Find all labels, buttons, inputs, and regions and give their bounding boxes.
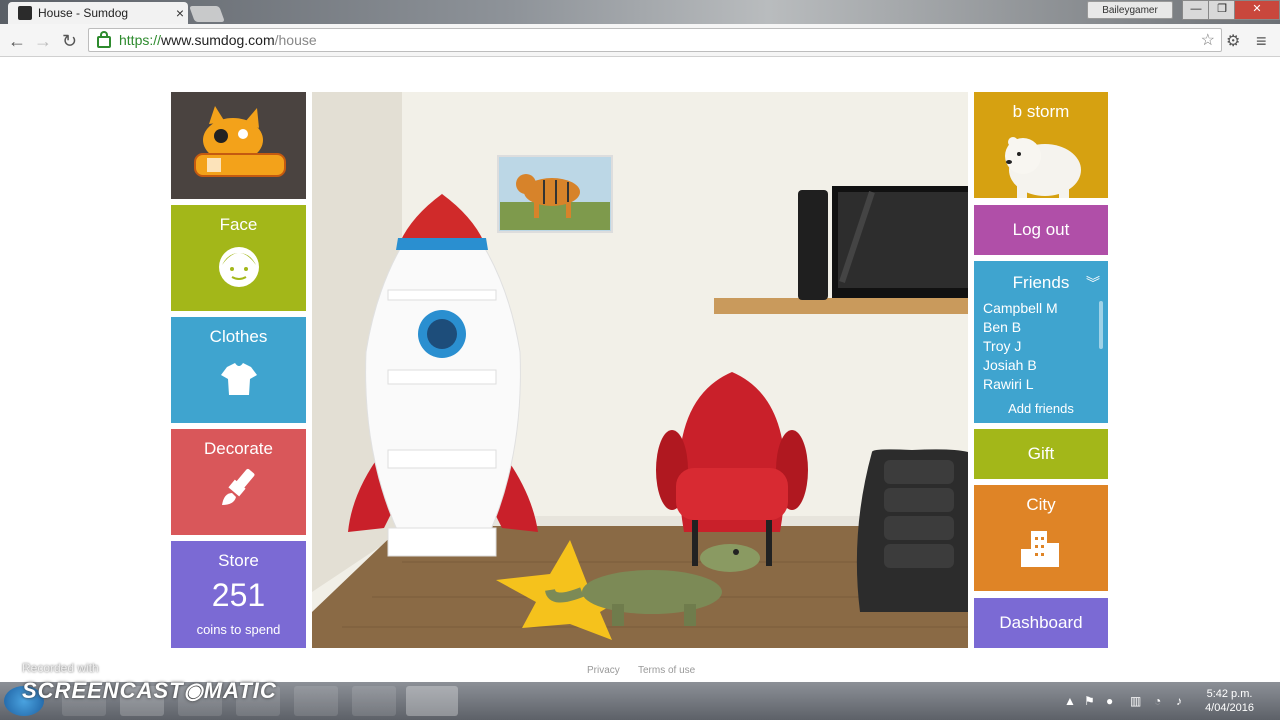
menu-icon[interactable]: ≡: [1256, 31, 1267, 52]
black-gaming-chair[interactable]: [856, 449, 968, 612]
decorate-tile[interactable]: Decorate: [171, 429, 306, 535]
tshirt-icon: [220, 363, 257, 395]
clock-time: 5:42 p.m.: [1206, 688, 1253, 700]
document-taskbar-icon[interactable]: [352, 686, 396, 716]
screencast-taskbar-icon[interactable]: [406, 686, 458, 716]
browser-tab[interactable]: House - Sumdog ×: [8, 2, 188, 24]
friends-scrollbar[interactable]: [1099, 301, 1103, 349]
clock-date: 4/04/2016: [1205, 702, 1254, 714]
friend-item[interactable]: Ben B: [983, 318, 1108, 337]
close-window-button[interactable]: ✕: [1234, 0, 1280, 20]
forward-arrow-icon[interactable]: →: [34, 31, 52, 52]
minimize-button[interactable]: —: [1182, 0, 1210, 20]
address-bar[interactable]: https:// www.sumdog.com /house ☆: [88, 28, 1222, 52]
sumdog-logo[interactable]: [171, 92, 306, 199]
volume-icon[interactable]: ♪: [1176, 694, 1182, 708]
face-tile[interactable]: Face: [171, 205, 306, 311]
friend-item[interactable]: Troy J: [983, 337, 1108, 356]
flag-icon[interactable]: ⚑: [1084, 694, 1095, 708]
logout-button[interactable]: Log out: [974, 205, 1108, 255]
friend-item[interactable]: Campbell M: [983, 299, 1108, 318]
clothes-label: Clothes: [209, 327, 268, 346]
face-label: Face: [219, 215, 258, 234]
store-tile[interactable]: Store 251 coins to spend: [171, 541, 306, 648]
friends-list: Campbell M Ben B Troy J Josiah B Rawiri …: [974, 299, 1108, 394]
store-label: Store: [218, 551, 259, 570]
browser-toolbar: ← → ↻ https:// www.sumdog.com /house ☆ ⚙…: [0, 24, 1280, 57]
browser-user-badge[interactable]: Baileygamer: [1087, 1, 1173, 19]
friend-item[interactable]: Josiah B: [983, 356, 1108, 375]
tab-title: House - Sumdog: [38, 6, 129, 20]
privacy-link[interactable]: Privacy: [587, 665, 620, 676]
network-icon[interactable]: ▥: [1130, 694, 1141, 708]
decorate-label: Decorate: [204, 439, 273, 458]
url-host: www.sumdog.com: [161, 32, 275, 48]
url-scheme: https://: [119, 32, 162, 48]
system-clock[interactable]: 5:42 p.m. 4/04/2016: [1205, 687, 1254, 715]
extension-icon[interactable]: ⚙: [1226, 31, 1240, 51]
paintbrush-icon: [221, 468, 254, 505]
friend-item[interactable]: Rawiri L: [983, 375, 1108, 394]
city-buildings-icon: [1021, 531, 1059, 567]
recorded-with-text: Recorded with: [22, 661, 99, 675]
city-label: City: [1026, 495, 1056, 514]
polar-bear-avatar-icon: [1005, 137, 1081, 198]
dashboard-button[interactable]: Dashboard: [974, 598, 1108, 648]
sumdog-favicon-icon: [18, 6, 32, 20]
url-path: /house: [274, 32, 317, 48]
room-scene: [312, 92, 968, 648]
terms-link[interactable]: Terms of use: [638, 665, 695, 676]
tray-expand-icon[interactable]: ▲: [1064, 694, 1076, 708]
face-icon: [218, 247, 259, 287]
city-tile[interactable]: City: [974, 485, 1108, 591]
reload-icon[interactable]: ↻: [62, 31, 77, 52]
lock-icon: [97, 31, 111, 48]
chevron-down-icon[interactable]: ︾: [1086, 273, 1100, 293]
wifi-icon[interactable]: ◔: [1154, 694, 1161, 708]
friends-panel: Friends ︾ Campbell M Ben B Troy J Josiah…: [974, 261, 1108, 423]
gift-button[interactable]: Gift: [974, 429, 1108, 479]
screencast-watermark: SCREENCAST◉MATIC: [22, 678, 277, 703]
tab-close-icon[interactable]: ×: [172, 5, 188, 21]
house-room[interactable]: [312, 92, 968, 648]
window-titlebar: House - Sumdog × Baileygamer — ❐ ✕: [0, 0, 1280, 24]
new-tab-button[interactable]: [189, 6, 225, 22]
antivirus-icon[interactable]: ●: [1106, 694, 1113, 708]
bookmark-star-icon[interactable]: ☆: [1201, 30, 1215, 50]
username-label: b storm: [1012, 102, 1070, 121]
sumdog-logo-icon: [194, 106, 286, 177]
coins-caption: coins to spend: [196, 622, 281, 637]
maximize-button[interactable]: ❐: [1208, 0, 1236, 20]
tiger-picture[interactable]: [497, 155, 613, 233]
apps-taskbar-icon[interactable]: [294, 686, 338, 716]
clothes-tile[interactable]: Clothes: [171, 317, 306, 423]
add-friends-link[interactable]: Add friends: [974, 401, 1108, 416]
back-arrow-icon[interactable]: ←: [8, 31, 26, 52]
coin-count: 251: [211, 577, 266, 613]
profile-tile[interactable]: b storm: [974, 92, 1108, 198]
